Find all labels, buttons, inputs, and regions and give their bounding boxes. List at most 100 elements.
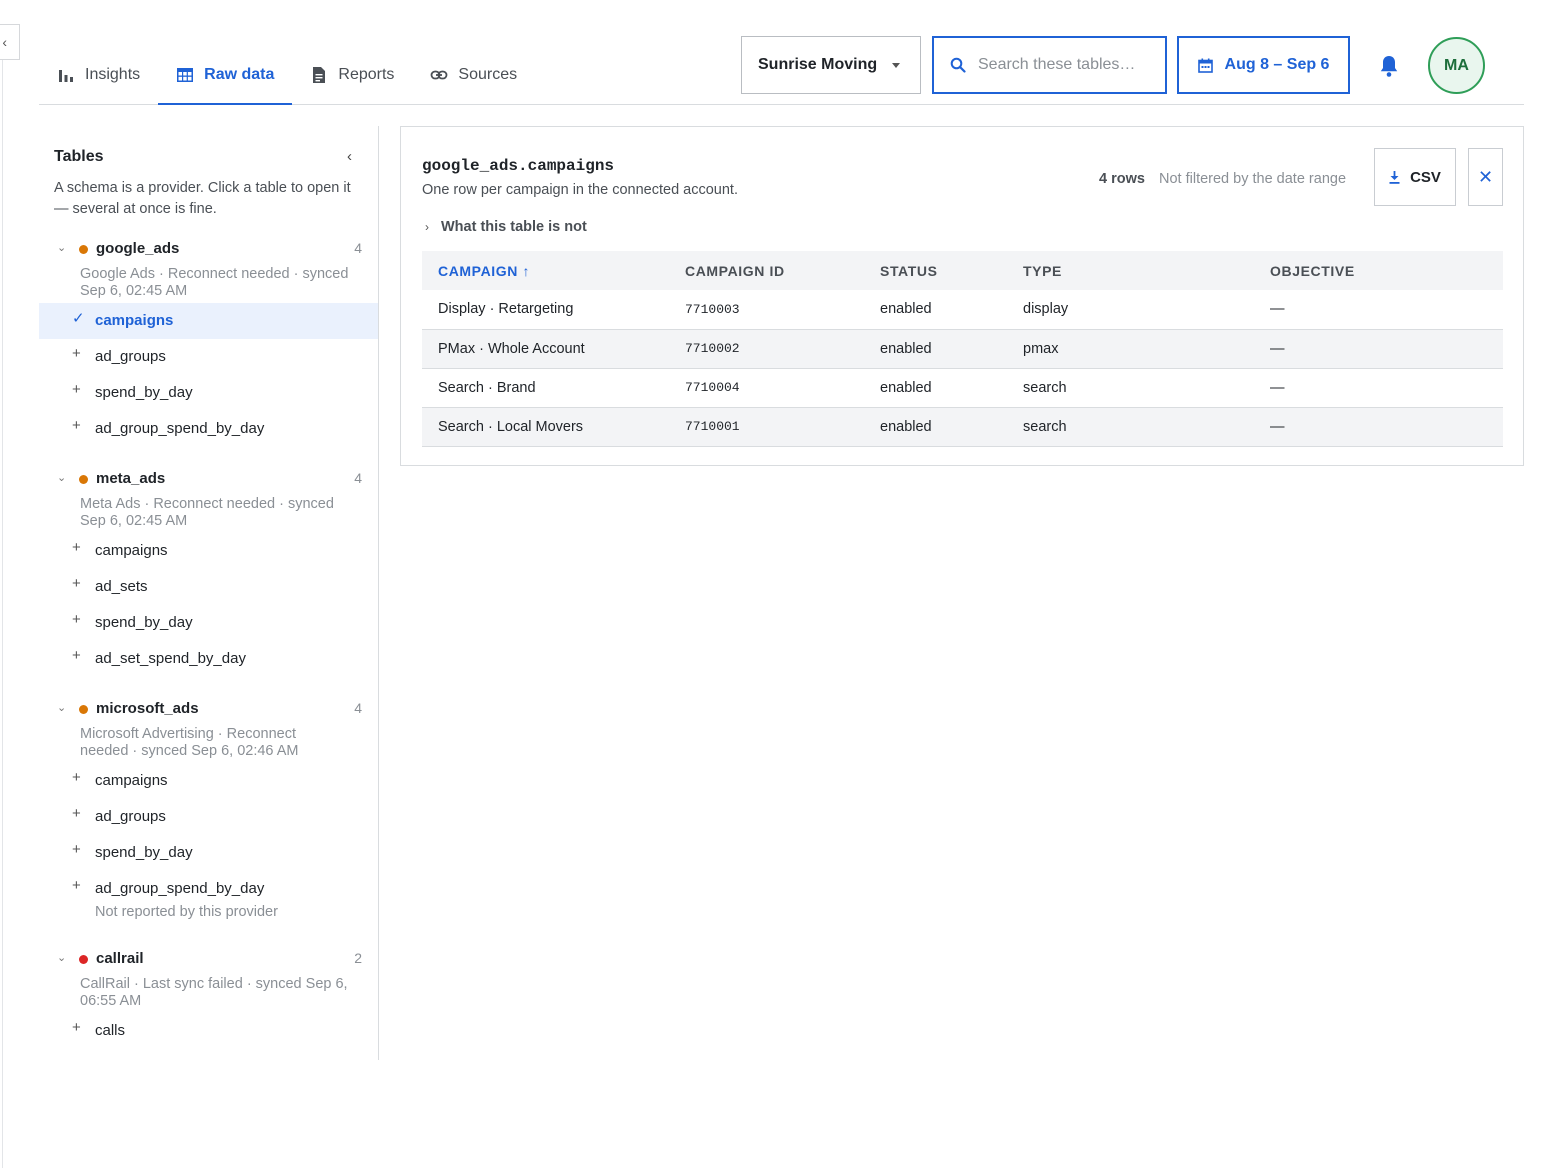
status-dot — [79, 245, 88, 254]
provider-meta-ads: ⌄ meta_ads 4 Meta Ads · Reconnect needed… — [39, 466, 378, 667]
table-name: campaigns — [95, 772, 168, 789]
column-header-campaign-id[interactable]: Campaign ID — [669, 251, 864, 290]
collapse-edge-button[interactable]: ‹ — [0, 24, 20, 60]
provider-meta-line: needed · synced Sep 6, 02:46 AM — [80, 743, 299, 759]
provider-meta-line: Sep 6, 02:45 AM — [80, 283, 188, 299]
cell-campaign: Display · Retargeting — [422, 290, 669, 330]
filter-note: Not filtered by the date range — [1159, 171, 1347, 187]
panel-title: google_ads.campaigns — [422, 157, 615, 175]
plus-icon: + — [72, 769, 81, 786]
cell-status: enabled — [864, 407, 1007, 447]
date-range-label: Aug 8 – Sep 6 — [1224, 56, 1330, 73]
provider-meta-line: Sep 6, 02:45 AM — [80, 513, 188, 529]
table-header-row: Campaign ↑ Campaign ID Status Type Objec… — [422, 251, 1503, 290]
plus-icon: + — [72, 417, 81, 434]
bell-icon[interactable] — [1378, 54, 1400, 78]
search-input[interactable] — [978, 56, 1148, 74]
column-label: Campaign — [438, 262, 518, 279]
cell-objective: — — [1254, 329, 1503, 369]
provider-meta: Meta Ads · Reconnect needed · synced Sep… — [80, 496, 365, 530]
table-item-campaigns[interactable]: + campaigns — [39, 533, 378, 569]
cell-campaign-id: 7710003 — [669, 290, 864, 330]
search-field[interactable] — [932, 36, 1167, 94]
provider-name: microsoft_ads — [96, 700, 199, 717]
table-row: Search · Brand 7710004 enabled search — — [422, 368, 1503, 408]
avatar[interactable]: MA — [1428, 37, 1485, 94]
table-item-ad-group-spend-by-day[interactable]: + ad_group_spend_by_day — [39, 871, 378, 907]
cell-status: enabled — [864, 290, 1007, 330]
column-header-type[interactable]: Type — [1007, 251, 1254, 290]
date-range-button[interactable]: Aug 8 – Sep 6 — [1177, 36, 1350, 94]
table-row: Search · Local Movers 7710001 enabled se… — [422, 407, 1503, 447]
plus-icon: + — [72, 611, 81, 628]
plus-icon: + — [72, 877, 81, 894]
sidebar-title: Tables — [54, 148, 104, 165]
plus-icon: + — [72, 539, 81, 556]
cell-campaign-id: 7710002 — [669, 329, 864, 369]
provider-header[interactable]: ⌄ callrail 2 — [39, 946, 378, 972]
cell-status: enabled — [864, 368, 1007, 408]
table-item-spend-by-day[interactable]: + spend_by_day — [39, 605, 378, 641]
provider-meta: Google Ads · Reconnect needed · synced S… — [80, 266, 365, 300]
column-header-status[interactable]: Status — [864, 251, 1007, 290]
table-item-ad-group-spend-by-day[interactable]: + ad_group_spend_by_day — [39, 411, 378, 447]
tab-label: Insights — [85, 66, 141, 83]
chevron-down-icon: ⌄ — [57, 702, 67, 714]
table-item-spend-by-day[interactable]: + spend_by_day — [39, 835, 378, 871]
table-name: ad_sets — [95, 578, 148, 595]
tab-insights[interactable]: Insights — [39, 46, 158, 104]
caret-down-icon — [892, 62, 900, 68]
provider-name: google_ads — [96, 240, 180, 257]
chevron-down-icon: ⌄ — [57, 242, 67, 254]
what-this-table-is-not-toggle[interactable]: › What this table is not — [425, 219, 587, 235]
table-count: 4 — [354, 700, 362, 716]
provider-header[interactable]: ⌄ google_ads 4 — [39, 236, 378, 262]
provider-meta-line: Microsoft Advertising · Reconnect — [80, 726, 296, 742]
tab-reports[interactable]: Reports — [292, 46, 412, 104]
table-row: Display · Retargeting 7710003 enabled di… — [422, 290, 1503, 330]
table-item-ad-groups[interactable]: + ad_groups — [39, 799, 378, 835]
cell-campaign: Search · Local Movers — [422, 407, 669, 447]
plus-icon: + — [72, 381, 81, 398]
cell-campaign-id: 7710001 — [669, 407, 864, 447]
plus-icon: + — [72, 575, 81, 592]
cell-type: search — [1007, 407, 1254, 447]
account-selector[interactable]: Sunrise Moving — [741, 36, 921, 94]
table-item-spend-by-day[interactable]: + spend_by_day — [39, 375, 378, 411]
chevron-left-icon[interactable]: ‹ — [347, 148, 352, 165]
close-panel-button[interactable]: ✕ — [1468, 148, 1503, 206]
table-name: ad_groups — [95, 348, 166, 365]
tab-raw-data[interactable]: Raw data — [158, 46, 293, 105]
document-icon — [313, 67, 326, 83]
provider-meta: Microsoft Advertising · Reconnect needed… — [80, 726, 365, 760]
provider-meta-line: Meta Ads · Reconnect needed · synced — [80, 496, 334, 512]
link-icon — [431, 70, 448, 80]
table-count: 4 — [354, 470, 362, 486]
cell-objective: — — [1254, 407, 1503, 447]
csv-download-button[interactable]: CSV — [1374, 148, 1456, 206]
provider-meta: CallRail · Last sync failed · synced Sep… — [80, 976, 365, 1010]
panel-description: One row per campaign in the connected ac… — [422, 182, 738, 198]
table-icon — [177, 68, 194, 82]
table-item-campaigns[interactable]: ✓ campaigns — [39, 303, 378, 339]
cell-campaign-id: 7710004 — [669, 368, 864, 408]
disclosure-label: What this table is not — [441, 219, 587, 235]
provider-name: callrail — [96, 950, 144, 967]
table-item-ad-set-spend-by-day[interactable]: + ad_set_spend_by_day — [39, 641, 378, 677]
bar-chart-icon — [59, 70, 73, 82]
plus-icon: + — [72, 345, 81, 362]
column-header-campaign[interactable]: Campaign ↑ — [422, 251, 669, 290]
table-item-calls[interactable]: + calls — [39, 1013, 378, 1049]
tab-label: Reports — [338, 66, 395, 83]
provider-header[interactable]: ⌄ microsoft_ads 4 — [39, 696, 378, 722]
table-item-campaigns[interactable]: + campaigns — [39, 763, 378, 799]
plus-icon: + — [72, 805, 81, 822]
column-header-objective[interactable]: Objective — [1254, 251, 1503, 290]
tab-sources[interactable]: Sources — [412, 46, 535, 104]
table-item-ad-groups[interactable]: + ad_groups — [39, 339, 378, 375]
table-item-ad-sets[interactable]: + ad_sets — [39, 569, 378, 605]
provider-header[interactable]: ⌄ meta_ads 4 — [39, 466, 378, 492]
search-icon — [950, 57, 966, 73]
table-panel: google_ads.campaigns One row per campaig… — [400, 126, 1524, 466]
nav-tabs: Insights Raw data Reports Sources — [39, 46, 535, 105]
